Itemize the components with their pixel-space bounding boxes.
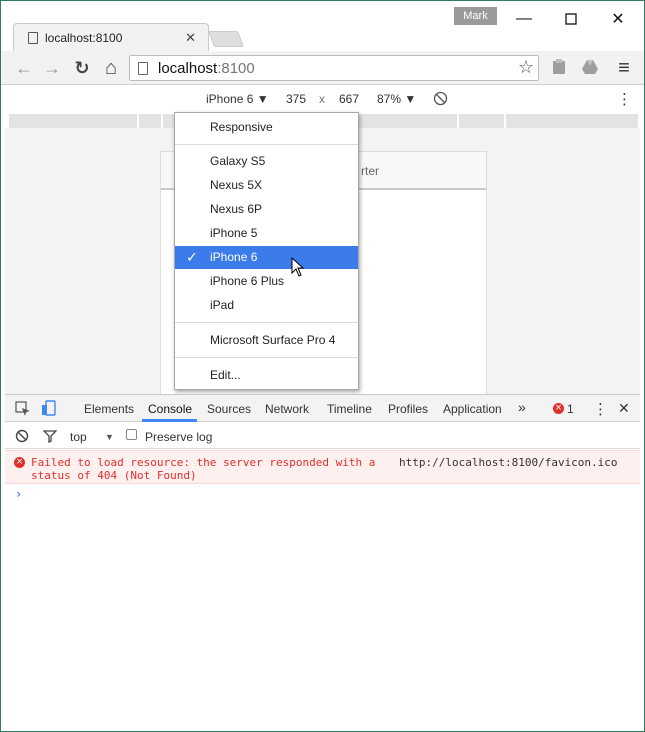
device-option-nexus-6p[interactable]: Nexus 6P [175, 198, 358, 221]
browser-tab[interactable]: localhost:8100 ✕ [13, 23, 209, 51]
url-port: :8100 [217, 59, 255, 77]
console-error-message: × Failed to load resource: the server re… [5, 450, 640, 484]
app-header-title: rter [361, 164, 379, 178]
error-count-icon[interactable]: × [553, 403, 564, 414]
tab-console[interactable]: Console [148, 402, 192, 416]
zoom-select[interactable]: 87% ▼ [377, 92, 416, 106]
mouse-pointer-icon [291, 257, 305, 277]
close-devtools-button[interactable]: ✕ [618, 400, 630, 417]
close-tab-icon[interactable]: ✕ [185, 30, 196, 46]
tab-sources[interactable]: Sources [207, 402, 251, 416]
device-toolbar: iPhone 6 ▼ 375 x 667 87% ▼ ⋮ [5, 86, 640, 112]
device-option-galaxy-s5[interactable]: Galaxy S5 [175, 150, 358, 173]
tab-application[interactable]: Application [443, 402, 502, 416]
browser-window: Mark — ✕ localhost:8100 ✕ ← → ↻ ⌂ localh… [0, 0, 645, 732]
reload-button[interactable]: ↻ [69, 55, 95, 81]
browser-toolbar: ← → ↻ ⌂ localhost:8100 ☆ ≡ [1, 51, 644, 85]
inspect-element-icon[interactable] [15, 401, 31, 417]
device-width-input[interactable]: 375 [286, 92, 306, 106]
url-host: localhost [158, 59, 218, 77]
chrome-menu-button[interactable]: ≡ [611, 55, 637, 81]
maximize-icon [565, 13, 577, 25]
device-height-input[interactable]: 667 [339, 92, 359, 106]
device-menu: Responsive Galaxy S5 Nexus 5X Nexus 6P i… [174, 112, 359, 390]
devtools-tab-bar: Elements Console Sources Network Timelin… [5, 395, 640, 422]
device-option-surface-pro-4[interactable]: Microsoft Surface Pro 4 [175, 329, 358, 352]
device-more-button[interactable]: ⋮ [617, 90, 632, 108]
extension-icon[interactable] [550, 58, 568, 76]
back-button[interactable]: ← [11, 55, 37, 81]
error-text: Failed to load resource: the server resp… [31, 456, 375, 482]
device-option-edit[interactable]: Edit... [175, 364, 358, 387]
error-icon: × [14, 457, 25, 468]
devtools-panel: Elements Console Sources Network Timelin… [5, 394, 640, 729]
context-dropdown-arrow[interactable]: ▼ [105, 432, 114, 442]
device-option-iphone-6-plus[interactable]: iPhone 6 Plus [175, 270, 358, 293]
forward-button[interactable]: → [39, 55, 65, 81]
preserve-log-label: Preserve log [145, 430, 213, 444]
tab-elements[interactable]: Elements [84, 402, 134, 416]
tab-timeline[interactable]: Timeline [327, 402, 372, 416]
device-option-iphone-6[interactable]: iPhone 6 [175, 246, 358, 269]
clear-console-icon[interactable] [15, 429, 29, 443]
tab-title: localhost:8100 [45, 30, 123, 45]
device-option-nexus-5x[interactable]: Nexus 5X [175, 174, 358, 197]
page-info-icon[interactable] [138, 61, 148, 75]
rotate-icon[interactable] [433, 91, 448, 106]
device-mode-icon[interactable] [41, 400, 57, 417]
console-toolbar: top ▼ Preserve log [5, 423, 640, 449]
document-icon [28, 31, 38, 44]
new-tab-button[interactable] [208, 31, 244, 47]
more-tabs-button[interactable]: » [518, 399, 526, 415]
dimension-separator: x [319, 92, 325, 106]
close-window-button[interactable]: ✕ [595, 5, 641, 33]
device-option-responsive[interactable]: Responsive [175, 116, 358, 139]
error-source-link[interactable]: http://localhost:8100/favicon.ico [399, 456, 618, 469]
device-option-iphone-5[interactable]: iPhone 5 [175, 222, 358, 245]
tab-network[interactable]: Network [265, 402, 309, 416]
preserve-log-checkbox[interactable] [126, 429, 137, 440]
minimize-button[interactable]: — [501, 5, 547, 33]
device-select[interactable]: iPhone 6 ▼ [206, 92, 269, 106]
console-prompt[interactable]: › [15, 487, 22, 501]
maximize-button[interactable] [548, 5, 594, 33]
error-count[interactable]: 1 [567, 402, 574, 416]
title-bar: Mark — ✕ localhost:8100 ✕ [1, 1, 644, 51]
address-bar[interactable]: localhost:8100 ☆ [129, 55, 539, 81]
drive-icon[interactable] [581, 58, 599, 76]
bookmark-star-icon[interactable]: ☆ [518, 57, 534, 78]
error-text-line-1: Failed to load resource: the server resp… [31, 456, 376, 469]
device-option-ipad[interactable]: iPad [175, 294, 358, 317]
profile-badge[interactable]: Mark [454, 7, 497, 25]
devtools-menu-button[interactable]: ⋮ [593, 400, 608, 418]
home-button[interactable]: ⌂ [98, 55, 124, 81]
filter-icon[interactable] [43, 429, 57, 443]
tab-profiles[interactable]: Profiles [388, 402, 428, 416]
error-text-line-2: status of 404 (Not Found) [31, 469, 197, 482]
active-tab-indicator [142, 419, 197, 422]
context-select[interactable]: top [70, 430, 87, 444]
